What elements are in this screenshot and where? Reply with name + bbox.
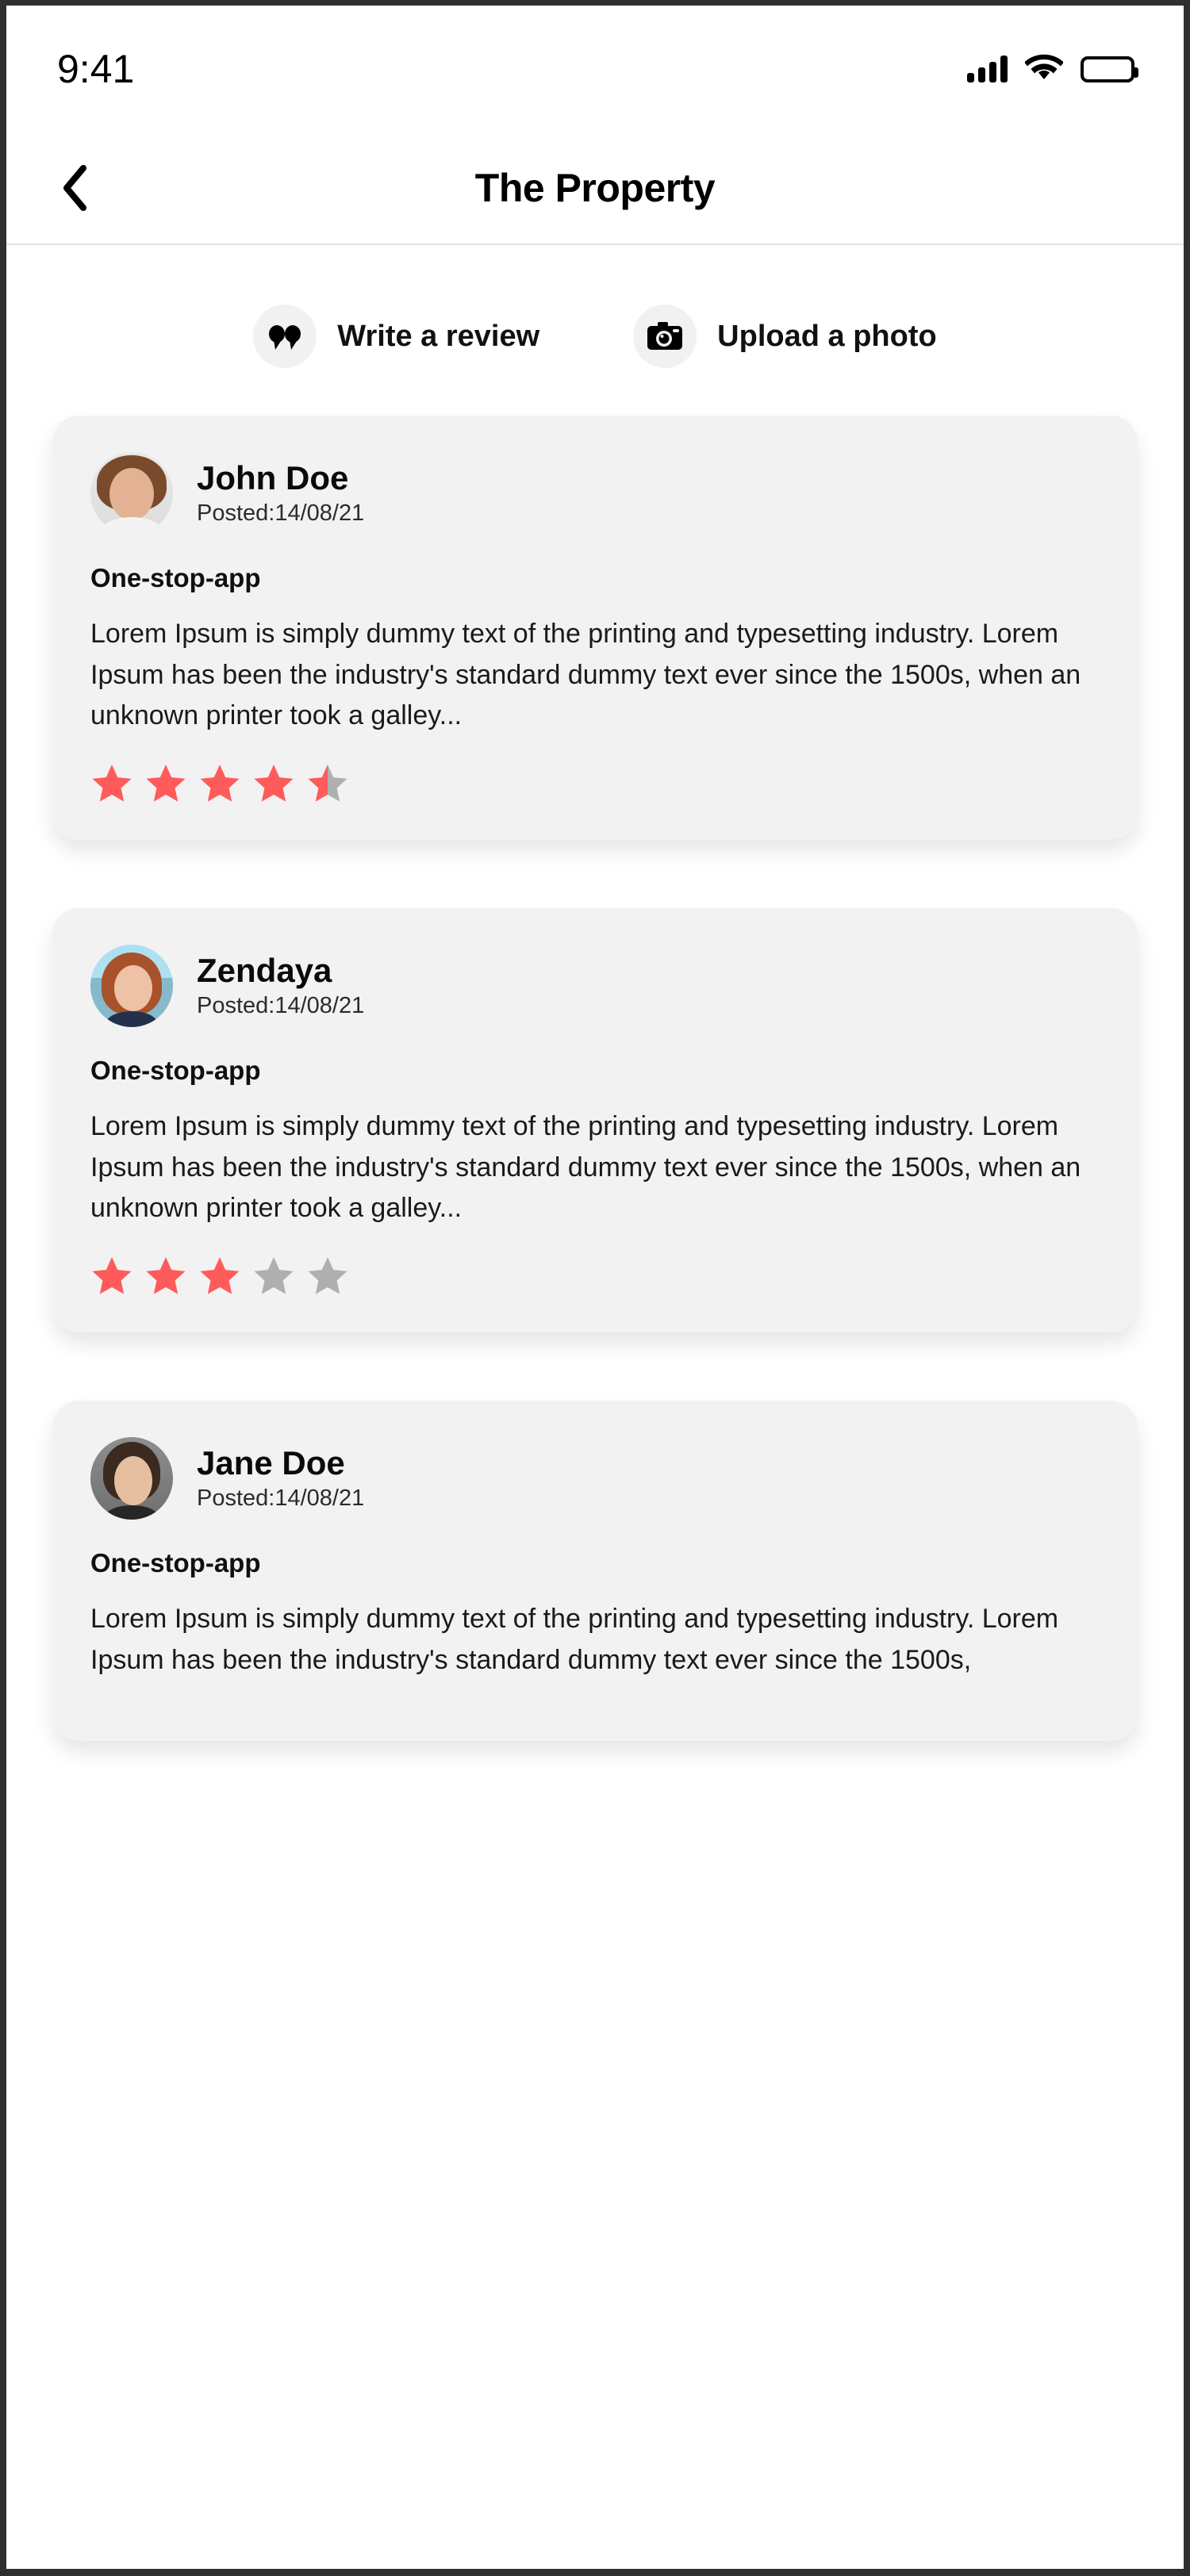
cellular-signal-icon bbox=[967, 56, 1008, 82]
upload-a-photo-label: Upload a photo bbox=[717, 319, 937, 353]
avatar bbox=[90, 945, 173, 1028]
review-author-name: John Doe bbox=[197, 458, 349, 496]
star-icon[interactable] bbox=[198, 1255, 241, 1298]
upload-a-photo-button[interactable]: Upload a photo bbox=[633, 305, 937, 368]
navigation-bar: The Property bbox=[6, 132, 1184, 245]
wifi-icon bbox=[1024, 53, 1064, 86]
star-icon[interactable] bbox=[144, 762, 187, 805]
review-author-name: Jane Doe bbox=[197, 1443, 345, 1482]
write-a-review-button[interactable]: Write a review bbox=[253, 305, 539, 368]
star-icon[interactable] bbox=[306, 1255, 349, 1298]
review-body: Lorem Ipsum is simply dummy text of the … bbox=[90, 619, 1081, 731]
phone-screen: 9:41 The Property Write a review Upload … bbox=[0, 0, 1190, 2576]
review-author-block: Jane Doe Posted:14/08/21 bbox=[197, 1443, 365, 1512]
review-card[interactable]: Zendaya Posted:14/08/21 One-stop-app Lor… bbox=[52, 908, 1138, 1333]
star-icon[interactable] bbox=[144, 1255, 187, 1298]
status-time: 9:41 bbox=[57, 47, 135, 91]
star-icon[interactable] bbox=[90, 1255, 133, 1298]
avatar bbox=[90, 452, 173, 535]
action-row: Write a review Upload a photo bbox=[6, 245, 1184, 416]
avatar bbox=[90, 1437, 173, 1520]
status-bar: 9:41 bbox=[6, 6, 1184, 132]
back-button[interactable] bbox=[44, 158, 105, 218]
review-body: Lorem Ipsum is simply dummy text of the … bbox=[90, 1111, 1081, 1224]
review-posted-date: Posted:14/08/21 bbox=[197, 1485, 365, 1512]
review-list: John Doe Posted:14/08/21 One-stop-app Lo… bbox=[6, 416, 1184, 1742]
write-a-review-label: Write a review bbox=[337, 319, 540, 353]
review-card-header: John Doe Posted:14/08/21 bbox=[90, 452, 1100, 535]
review-title: One-stop-app bbox=[90, 1056, 261, 1086]
star-icon[interactable] bbox=[252, 1255, 295, 1298]
camera-icon bbox=[633, 305, 697, 368]
star-icon[interactable] bbox=[198, 762, 241, 805]
review-author-name: Zendaya bbox=[197, 951, 332, 989]
review-posted-date: Posted:14/08/21 bbox=[197, 500, 365, 527]
battery-full-icon bbox=[1081, 56, 1138, 82]
review-posted-date: Posted:14/08/21 bbox=[197, 993, 365, 1019]
star-icon[interactable] bbox=[306, 762, 349, 805]
star-rating[interactable] bbox=[90, 1255, 1100, 1298]
chevron-left-icon bbox=[63, 165, 86, 211]
review-card-header: Zendaya Posted:14/08/21 bbox=[90, 945, 1100, 1028]
review-card[interactable]: John Doe Posted:14/08/21 One-stop-app Lo… bbox=[52, 416, 1138, 841]
star-icon[interactable] bbox=[90, 762, 133, 805]
star-icon[interactable] bbox=[252, 762, 295, 805]
review-body: Lorem Ipsum is simply dummy text of the … bbox=[90, 1604, 1059, 1675]
review-title: One-stop-app bbox=[90, 563, 261, 592]
review-card[interactable]: Jane Doe Posted:14/08/21 One-stop-app Lo… bbox=[52, 1401, 1138, 1742]
review-title: One-stop-app bbox=[90, 1548, 261, 1578]
star-rating[interactable] bbox=[90, 762, 1100, 805]
page-title: The Property bbox=[474, 166, 716, 210]
review-card-header: Jane Doe Posted:14/08/21 bbox=[90, 1437, 1100, 1520]
status-icons bbox=[967, 53, 1138, 86]
review-author-block: Zendaya Posted:14/08/21 bbox=[197, 951, 365, 1019]
review-author-block: John Doe Posted:14/08/21 bbox=[197, 458, 365, 527]
quote-bubble-icon bbox=[253, 305, 317, 368]
